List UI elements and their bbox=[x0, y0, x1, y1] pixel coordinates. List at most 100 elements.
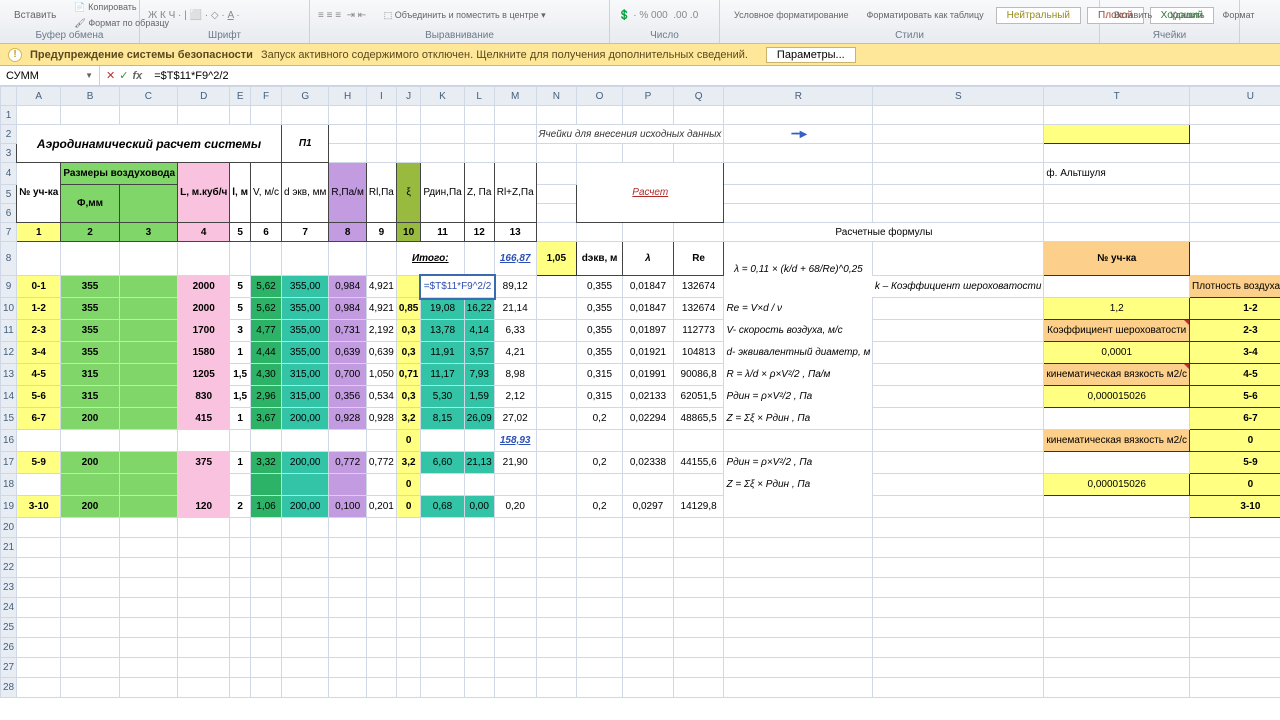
cell[interactable] bbox=[230, 518, 251, 538]
cell[interactable]: кинематическая вязкость м2/с bbox=[1044, 364, 1190, 386]
cell[interactable] bbox=[494, 658, 536, 678]
cell[interactable]: 415 bbox=[178, 408, 230, 430]
cell[interactable] bbox=[577, 578, 623, 598]
cell[interactable] bbox=[494, 538, 536, 558]
cell[interactable] bbox=[119, 538, 177, 558]
grid[interactable]: A B C D E F G H I J K L M N O P Q R S T … bbox=[0, 86, 1280, 698]
cell[interactable] bbox=[873, 638, 1044, 658]
cell[interactable] bbox=[577, 658, 623, 678]
cell[interactable] bbox=[724, 538, 873, 558]
cell[interactable] bbox=[1044, 223, 1190, 242]
cell[interactable] bbox=[329, 144, 366, 163]
paste-button[interactable]: Вставить bbox=[8, 8, 62, 23]
cell[interactable]: 5,30 bbox=[421, 386, 464, 408]
row-9[interactable]: 9 bbox=[1, 276, 17, 298]
cell[interactable]: Re = V×d / ν bbox=[724, 298, 873, 320]
cell[interactable] bbox=[873, 144, 1044, 163]
cell[interactable] bbox=[673, 618, 724, 638]
cell[interactable]: 4,14 bbox=[464, 320, 494, 342]
cell[interactable] bbox=[329, 474, 366, 496]
cell[interactable] bbox=[119, 342, 177, 364]
cell[interactable] bbox=[1044, 452, 1190, 474]
cell[interactable]: 11 bbox=[421, 223, 464, 242]
cell[interactable] bbox=[281, 618, 328, 638]
cell[interactable] bbox=[119, 298, 177, 320]
cell[interactable]: Ф,мм bbox=[61, 185, 119, 223]
cell[interactable]: 5 bbox=[230, 298, 251, 320]
cell[interactable] bbox=[873, 242, 1044, 276]
col-C[interactable]: C bbox=[119, 87, 177, 106]
cell[interactable] bbox=[494, 598, 536, 618]
cell[interactable]: Pдин = ρ×V²/2 , Па bbox=[724, 452, 873, 474]
cell[interactable]: Рдин,Па bbox=[421, 163, 464, 223]
cell[interactable] bbox=[366, 106, 396, 125]
cell[interactable]: Pдин = ρ×V²/2 , Па bbox=[724, 386, 873, 408]
row-8[interactable]: 8 bbox=[1, 242, 17, 276]
cell[interactable] bbox=[577, 678, 623, 698]
cell[interactable]: 0,355 bbox=[577, 342, 623, 364]
cell[interactable] bbox=[464, 578, 494, 598]
cell[interactable] bbox=[873, 518, 1044, 538]
cell[interactable]: 0-1 bbox=[17, 276, 61, 298]
cell[interactable] bbox=[178, 558, 230, 578]
cell[interactable] bbox=[366, 618, 396, 638]
col-L[interactable]: L bbox=[464, 87, 494, 106]
cell[interactable] bbox=[396, 518, 420, 538]
cell[interactable] bbox=[577, 106, 623, 125]
cell[interactable] bbox=[1044, 618, 1190, 638]
cell[interactable]: 0,984 bbox=[329, 276, 366, 298]
cell[interactable] bbox=[873, 163, 1044, 185]
cell[interactable]: 6,33 bbox=[494, 320, 536, 342]
cell[interactable]: ф. Альтшуля bbox=[1044, 163, 1190, 185]
cell[interactable] bbox=[366, 658, 396, 678]
cell[interactable]: 2-3 bbox=[17, 320, 61, 342]
col-B[interactable]: B bbox=[61, 87, 119, 106]
cell[interactable]: 0,356 bbox=[329, 386, 366, 408]
cell[interactable] bbox=[230, 658, 251, 678]
cell[interactable]: 1-2 bbox=[1190, 298, 1280, 320]
col-A[interactable]: A bbox=[17, 87, 61, 106]
chevron-down-icon[interactable]: ▼ bbox=[85, 71, 93, 80]
row-14[interactable]: 14 bbox=[1, 386, 17, 408]
cell[interactable]: Коэффициент шероховатости bbox=[1044, 320, 1190, 342]
cell[interactable] bbox=[230, 618, 251, 638]
cell[interactable] bbox=[230, 538, 251, 558]
cell[interactable] bbox=[577, 474, 623, 496]
cell[interactable] bbox=[1044, 658, 1190, 678]
cell[interactable] bbox=[329, 618, 366, 638]
fx-icon[interactable]: fx bbox=[132, 70, 142, 82]
cell[interactable]: Аэродинамический расчет системы bbox=[17, 125, 282, 163]
col-M[interactable]: M bbox=[494, 87, 536, 106]
cell[interactable]: 14129,8 bbox=[673, 496, 724, 518]
cell[interactable] bbox=[119, 452, 177, 474]
cell[interactable] bbox=[873, 106, 1044, 125]
cell[interactable] bbox=[178, 474, 230, 496]
cell[interactable] bbox=[536, 638, 576, 658]
cell[interactable] bbox=[230, 578, 251, 598]
cell[interactable] bbox=[1044, 106, 1190, 125]
cell[interactable] bbox=[230, 678, 251, 698]
cell[interactable] bbox=[61, 678, 119, 698]
cell[interactable] bbox=[396, 618, 420, 638]
cell[interactable] bbox=[421, 106, 464, 125]
cell[interactable] bbox=[178, 106, 230, 125]
cell[interactable]: 355 bbox=[61, 320, 119, 342]
cell[interactable] bbox=[421, 678, 464, 698]
cell[interactable] bbox=[873, 204, 1044, 223]
cell[interactable] bbox=[1044, 496, 1190, 518]
row-13[interactable]: 13 bbox=[1, 364, 17, 386]
cell[interactable]: 21,90 bbox=[494, 452, 536, 474]
cell[interactable]: d- эквивалентный диаметр, м bbox=[724, 342, 873, 364]
row-19[interactable]: 19 bbox=[1, 496, 17, 518]
cell[interactable] bbox=[281, 638, 328, 658]
cell[interactable] bbox=[724, 496, 873, 518]
cell[interactable]: 8 bbox=[329, 223, 366, 242]
row-27[interactable]: 27 bbox=[1, 658, 17, 678]
row-5[interactable]: 5 bbox=[1, 185, 17, 204]
cell[interactable] bbox=[577, 223, 623, 242]
cell[interactable]: 11,17 bbox=[421, 364, 464, 386]
formula-input[interactable]: =$T$11*F9^2/2 bbox=[148, 70, 1280, 82]
cell[interactable]: 1 bbox=[230, 408, 251, 430]
cancel-icon[interactable]: ✕ bbox=[106, 69, 115, 82]
cell[interactable]: R,Па/м bbox=[329, 163, 366, 223]
